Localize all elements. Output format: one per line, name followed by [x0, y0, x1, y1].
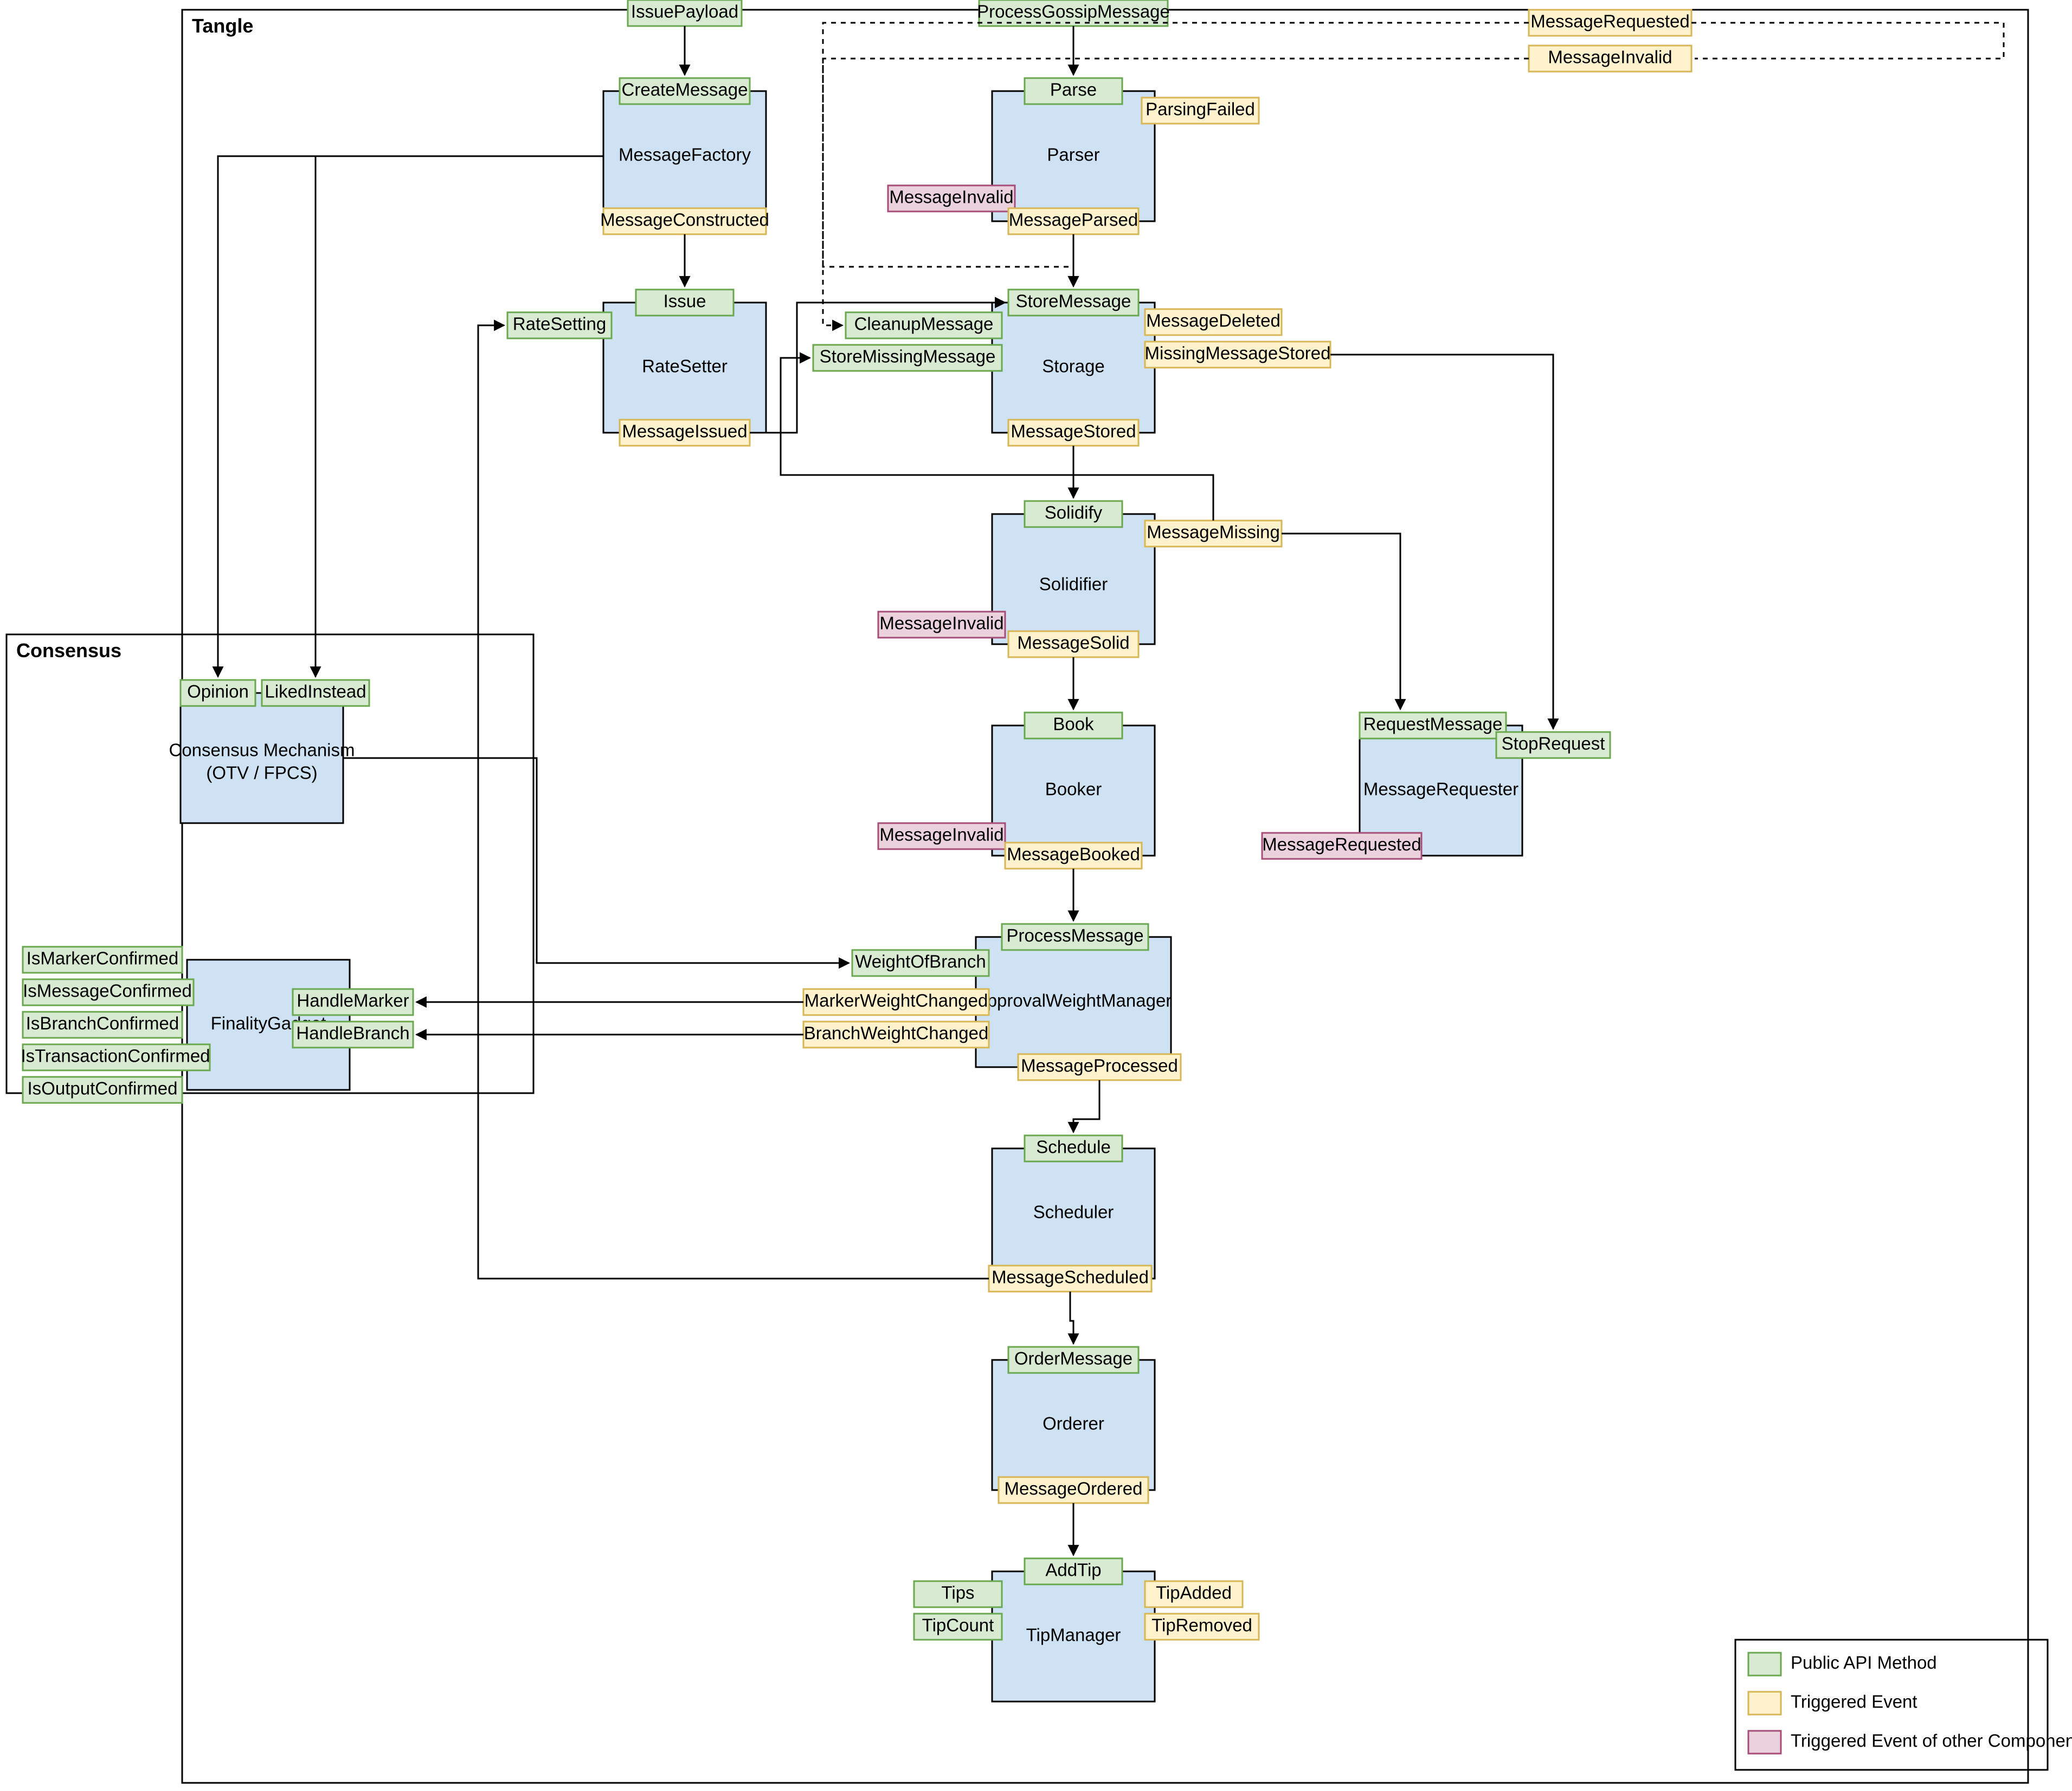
opinion-label: Opinion — [187, 682, 249, 702]
handle-marker-label: HandleMarker — [297, 991, 409, 1011]
consensus-mech-title1: Consensus Mechanism — [169, 740, 355, 760]
message-parsed-label: MessageParsed — [1009, 210, 1138, 230]
rate-setter-box: RateSetter Issue RateSetting MessageIssu… — [507, 290, 766, 446]
create-message-label: CreateMessage — [622, 80, 748, 100]
legend-evt-label: Triggered Event — [1791, 1692, 1917, 1712]
process-gossip-label: ProcessGossipMessage — [977, 2, 1170, 22]
message-solid-label: MessageSolid — [1017, 633, 1129, 653]
edges — [218, 26, 1553, 1555]
is-transaction-confirmed-label: IsTransactionConfirmed — [21, 1046, 210, 1066]
message-constructed-label: MessageConstructed — [600, 210, 769, 230]
consensus-title: Consensus — [16, 639, 121, 662]
add-tip-label: AddTip — [1045, 1560, 1101, 1580]
tip-manager-box: TipManager AddTip Tips TipCount TipAdded… — [914, 1558, 1259, 1702]
legend-evx-label: Triggered Event of other Component — [1791, 1731, 2072, 1751]
storage-title: Storage — [1042, 356, 1105, 376]
legend-evx-swatch — [1748, 1731, 1781, 1754]
message-factory-box: MessageFactory CreateMessage MessageCons… — [600, 78, 769, 234]
booker-title: Booker — [1045, 779, 1102, 799]
tangle-title: Tangle — [192, 15, 253, 37]
is-branch-confirmed-label: IsBranchConfirmed — [26, 1013, 179, 1033]
tip-manager-title: TipManager — [1026, 1625, 1121, 1645]
is-marker-confirmed-label: IsMarkerConfirmed — [27, 948, 179, 968]
order-message-label: OrderMessage — [1014, 1349, 1132, 1369]
message-issued-label: MessageIssued — [622, 421, 747, 441]
message-factory-title: MessageFactory — [619, 145, 751, 165]
solidify-label: Solidify — [1045, 503, 1103, 523]
store-message-label: StoreMessage — [1016, 291, 1131, 311]
parsing-failed-label: ParsingFailed — [1146, 99, 1255, 119]
scheduler-box: Scheduler Schedule MessageScheduled — [989, 1135, 1155, 1292]
approval-weight-manager-box: ApprovalWeightManager ProcessMessage Wei… — [803, 924, 1181, 1080]
legend-api-swatch — [1748, 1653, 1781, 1676]
book-label: Book — [1053, 714, 1094, 734]
legend-api-label: Public API Method — [1791, 1653, 1937, 1673]
marker-weight-changed-label: MarkerWeightChanged — [805, 991, 988, 1011]
rate-setting-label: RateSetting — [513, 314, 606, 334]
finality-gadget-box: FinalityGadget HandleMarker HandleBranch… — [21, 947, 413, 1103]
parser-box: Parser Parse ParsingFailed MessageInvali… — [888, 78, 1259, 234]
tangle-frame — [182, 10, 2028, 1783]
message-requester-title: MessageRequester — [1363, 779, 1518, 799]
consensus-mechanism-box: Consensus Mechanism (OTV / FPCS) Opinion… — [169, 680, 370, 823]
message-missing-label: MessageMissing — [1147, 522, 1280, 542]
cleanup-message-label: CleanupMessage — [854, 314, 994, 334]
scheduler-title: Scheduler — [1033, 1202, 1114, 1222]
booker-invalid-label: MessageInvalid — [879, 825, 1003, 845]
orderer-title: Orderer — [1043, 1414, 1104, 1434]
issue-label: Issue — [664, 291, 706, 311]
stop-request-label: StopRequest — [1502, 734, 1605, 754]
is-output-confirmed-label: IsOutputConfirmed — [28, 1079, 178, 1099]
awm-title: ApprovalWeightManager — [975, 991, 1172, 1011]
requester-requested-label: MessageRequested — [1262, 834, 1421, 855]
solidifier-invalid-label: MessageInvalid — [879, 613, 1003, 633]
solidifier-box: Solidifier Solidify MessageMissing Messa… — [878, 501, 1282, 657]
rate-setter-title: RateSetter — [642, 356, 728, 376]
request-message-label: RequestMessage — [1363, 714, 1503, 734]
message-stored-label: MessageStored — [1011, 421, 1136, 441]
parser-invalid-label: MessageInvalid — [889, 187, 1013, 207]
message-processed-label: MessageProcessed — [1021, 1056, 1178, 1076]
parse-label: Parse — [1050, 80, 1097, 100]
orderer-box: Orderer OrderMessage MessageOrdered — [992, 1347, 1155, 1503]
schedule-label: Schedule — [1036, 1137, 1111, 1157]
legend-evt-swatch — [1748, 1692, 1781, 1715]
corner-invalid-label: MessageInvalid — [1548, 47, 1672, 67]
parser-title: Parser — [1047, 145, 1099, 165]
message-deleted-label: MessageDeleted — [1146, 311, 1280, 331]
weight-of-branch-label: WeightOfBranch — [855, 952, 986, 972]
tip-added-label: TipAdded — [1156, 1583, 1232, 1603]
diagram-canvas: Tangle Consensus Public API Method Trigg… — [0, 0, 2072, 1791]
tip-removed-label: TipRemoved — [1151, 1615, 1252, 1635]
handle-branch-label: HandleBranch — [296, 1023, 409, 1043]
message-booked-label: MessageBooked — [1007, 844, 1140, 864]
booker-box: Booker Book MessageInvalid MessageBooked — [878, 712, 1155, 869]
message-scheduled-label: MessageScheduled — [992, 1267, 1149, 1287]
message-ordered-label: MessageOrdered — [1005, 1479, 1143, 1499]
solidifier-title: Solidifier — [1039, 574, 1108, 594]
tips-label: Tips — [941, 1583, 974, 1603]
corner-requested-label: MessageRequested — [1530, 11, 1690, 31]
store-missing-label: StoreMissingMessage — [820, 346, 996, 367]
process-message-label: ProcessMessage — [1006, 926, 1143, 946]
missing-message-stored-label: MissingMessageStored — [1145, 343, 1331, 363]
tip-count-label: TipCount — [922, 1615, 994, 1635]
is-message-confirmed-label: IsMessageConfirmed — [23, 981, 192, 1001]
consensus-mech-title2: (OTV / FPCS) — [206, 763, 317, 783]
branch-weight-changed-label: BranchWeightChanged — [804, 1023, 989, 1043]
liked-instead-label: LikedInstead — [265, 682, 366, 702]
storage-box: Storage StoreMessage CleanupMessage Stor… — [813, 290, 1331, 446]
message-requester-box: MessageRequester RequestMessage StopRequ… — [1262, 712, 1610, 859]
legend: Public API Method Triggered Event Trigge… — [1735, 1640, 2072, 1770]
issue-payload-label: IssuePayload — [631, 2, 738, 22]
